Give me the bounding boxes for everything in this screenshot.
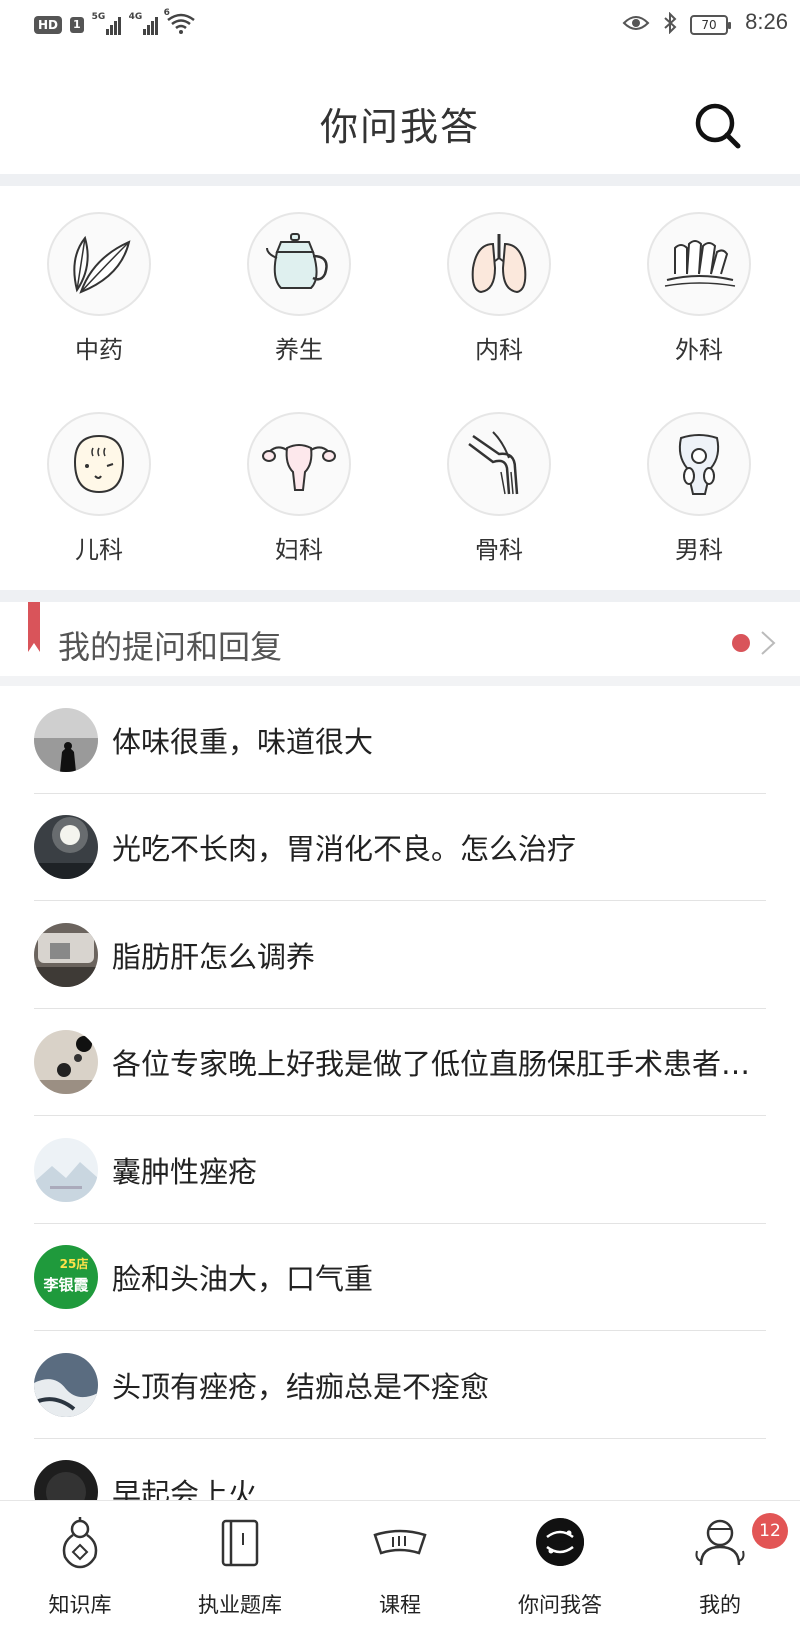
category-yangsheng[interactable]: 养生 [229,212,369,365]
tab-label: 你问我答 [518,1593,602,1617]
list-item[interactable]: 各位专家晚上好我是做了低位直肠保肛手术患者，请问 [0,1009,800,1116]
category-label: 男科 [675,536,723,564]
category-erke[interactable]: 儿科 [29,412,169,565]
list-item[interactable]: 25店 李银霞 脸和头油大，口气重 [0,1224,800,1331]
sim-badge: 1 [70,17,84,33]
category-fuke[interactable]: 妇科 [229,412,369,565]
avatar [34,1352,98,1417]
avatar: 25店 李银霞 [34,1245,98,1310]
notification-dot [732,634,750,652]
tab-qa[interactable]: 你问我答 [480,1501,640,1630]
tab-knowledge[interactable]: 知识库 [0,1501,160,1630]
question-text: 脂肪肝怎么调养 [112,939,316,974]
pelvis-icon [647,412,751,516]
page-title: 你问我答 [319,105,480,149]
question-text: 体味很重，味道很大 [112,724,374,759]
avatar [34,1030,98,1095]
question-text: 脸和头油大，口气重 [112,1262,374,1297]
avatar [34,707,98,772]
lungs-icon [447,212,551,316]
avatar [34,1137,98,1202]
wifi-icon: 6 [164,8,196,38]
gourd-icon [62,1517,98,1569]
bookmark-flag-icon [28,602,40,652]
yin-yang-icon [536,1518,584,1566]
category-guke[interactable]: 骨科 [429,412,569,565]
wifi-version: 6 [163,8,170,18]
category-label: 养生 [275,336,323,364]
search-icon [695,103,741,149]
status-right: 70 8:26 [622,9,788,38]
battery-icon: 70 [690,15,731,35]
status-bar: HD 1 5G 4G 6 70 8:26 [0,0,800,56]
divider [0,590,800,602]
tab-courses[interactable]: 课程 [320,1501,480,1630]
question-text: 头顶有痤疮，结痂总是不痊愈 [112,1369,490,1404]
question-text: 光吃不长肉，胃消化不良。怎么治疗 [112,832,577,867]
avatar-store-number: 25店 [59,1257,89,1272]
header: 你问我答 [0,56,800,174]
search-button[interactable] [692,100,744,152]
category-neike[interactable]: 内科 [429,212,569,365]
avatar [34,815,98,880]
bluetooth-icon [662,11,678,38]
notification-badge: 12 [752,1513,788,1549]
tab-label: 知识库 [48,1593,112,1617]
bottom-tab-bar: 知识库 执业题库 课程 你问我答 我的 12 [0,1500,800,1630]
category-label: 中药 [75,336,123,364]
signal-5g-icon: 5G [92,12,121,35]
list-item[interactable]: 光吃不长肉，胃消化不良。怎么治疗 [0,794,800,901]
question-text: 各位专家晚上好我是做了低位直肠保肛手术患者，请问 [112,1047,760,1082]
fingers-icon [647,212,751,316]
tab-exam-bank[interactable]: 执业题库 [160,1501,320,1630]
hd-badge: HD [34,16,63,34]
category-label: 骨科 [475,536,523,564]
clock: 8:26 [745,9,788,34]
divider [0,676,800,686]
baby-face-icon [47,412,151,516]
book-icon [221,1519,259,1567]
my-questions-header[interactable]: 我的提问和回复 [0,602,800,682]
category-label: 内科 [475,336,523,364]
question-text: 囊肿性痤疮 [112,1154,258,1189]
status-left: HD 1 5G 4G 6 [34,8,196,38]
list-item[interactable]: 头顶有痤疮，结痂总是不痊愈 [0,1331,800,1439]
category-zhongyao[interactable]: 中药 [29,212,169,365]
list-item[interactable]: 早起会上火 [0,1439,800,1500]
eye-icon [622,14,650,36]
leaf-icon [47,212,151,316]
profile-icon [695,1519,745,1566]
list-item[interactable]: 脂肪肝怎么调养 [0,901,800,1009]
category-label: 妇科 [275,536,323,564]
scroll-icon [373,1529,427,1555]
category-grid: 中药 养生 内科 外科 儿科 妇科 骨科 男科 [0,186,800,590]
question-text: 早起会上火 [112,1477,258,1500]
list-item[interactable]: 体味很重，味道很大 [0,686,800,794]
tab-label: 我的 [699,1593,741,1617]
list-item[interactable]: 囊肿性痤疮 [0,1116,800,1224]
question-list: 体味很重，味道很大 光吃不长肉，胃消化不良。怎么治疗 脂肪肝怎么调养 各位专家晚… [0,686,800,1500]
signal-4g-icon: 4G [129,12,158,35]
category-label: 儿科 [75,536,123,564]
avatar-name: 李银霞 [43,1276,89,1295]
avatar [34,1460,98,1500]
category-nanke[interactable]: 男科 [629,412,769,565]
tab-label: 执业题库 [198,1593,282,1617]
avatar [34,922,98,987]
category-waike[interactable]: 外科 [629,212,769,365]
teapot-icon [247,212,351,316]
category-label: 外科 [675,336,723,364]
divider [0,174,800,186]
chevron-right-icon [761,631,776,655]
tab-label: 课程 [379,1593,421,1617]
section-title: 我的提问和回复 [58,628,283,666]
uterus-icon [247,412,351,516]
knee-bone-icon [447,412,551,516]
